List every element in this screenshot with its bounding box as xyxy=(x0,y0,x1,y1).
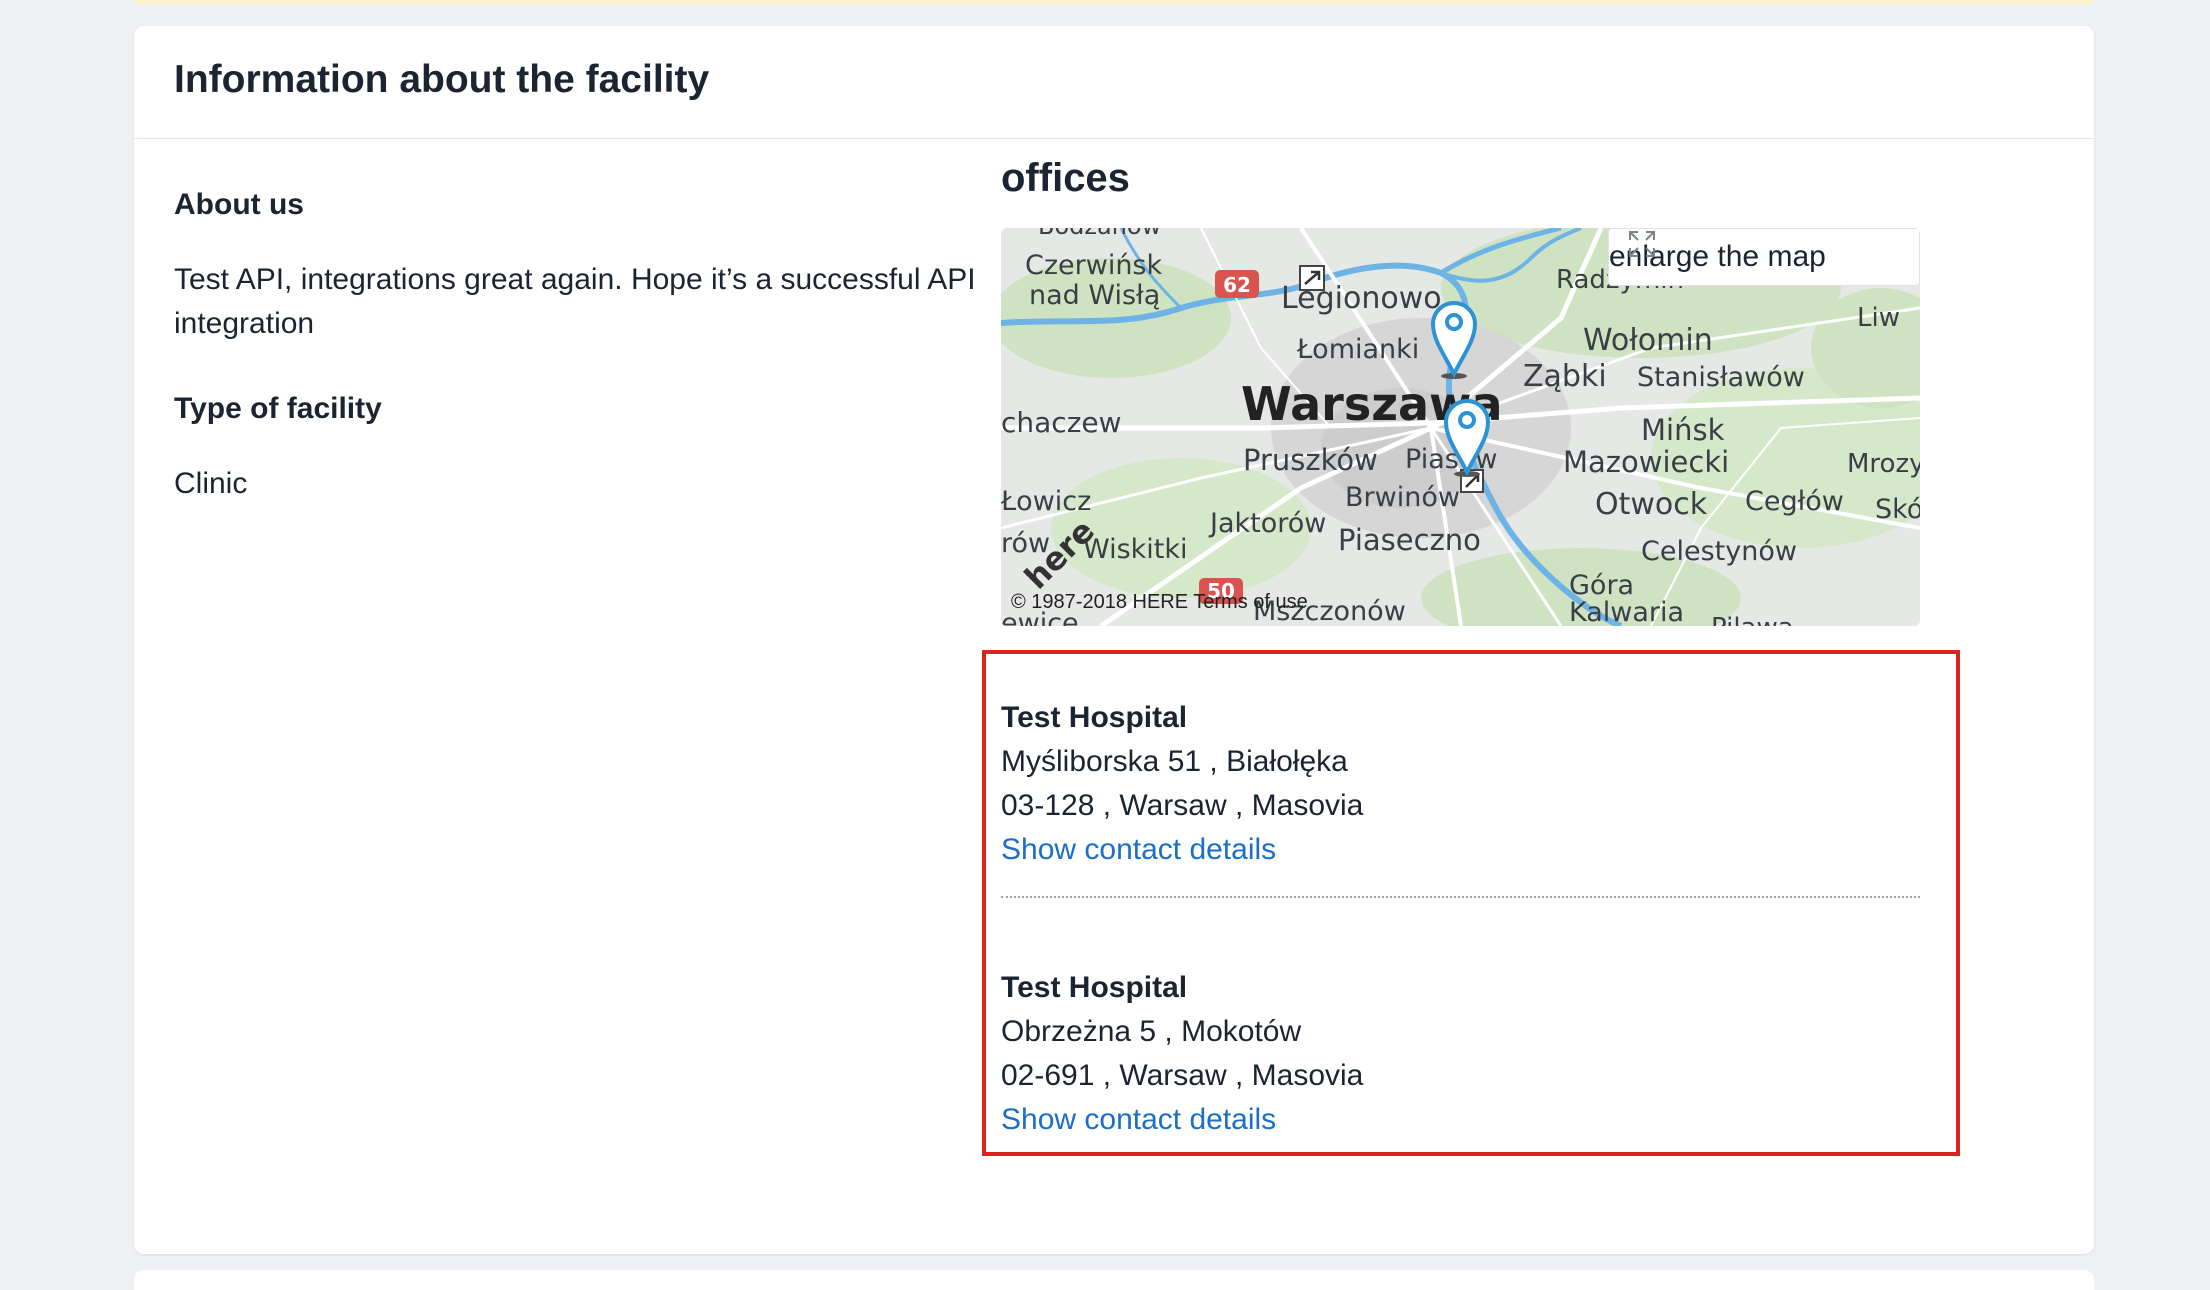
next-card-edge xyxy=(134,1270,2094,1290)
facility-type-label: Type of facility xyxy=(174,392,382,425)
airport-icon xyxy=(1299,265,1325,291)
office-street: Myśliborska 51 , Białołęka xyxy=(1001,745,1348,778)
office-divider xyxy=(1001,896,1920,898)
map-label-jaktorow: Jaktorów xyxy=(1208,508,1326,539)
facility-type-value: Clinic xyxy=(174,467,248,500)
map-label-czerwinsk: Czerwińsk xyxy=(1025,250,1163,281)
map-label-pruszkow: Pruszków xyxy=(1243,443,1378,477)
show-contact-details-link[interactable]: Show contact details xyxy=(1001,828,1276,872)
office-item: Test Hospital Obrzeżna 5 , Mokotów 02-69… xyxy=(1001,966,1920,1142)
offices-map[interactable]: Bodzanów Czerwińsk nad Wisłą Legionowo R… xyxy=(1001,228,1920,626)
map-label-pilawa: Pilawa xyxy=(1711,613,1794,626)
map-label-mrozy: Mrozy xyxy=(1847,449,1920,479)
map-label-liw: Liw xyxy=(1857,303,1900,333)
office-name: Test Hospital xyxy=(1001,701,1188,734)
map-copyright[interactable]: © 1987-2018 HERE Terms of use xyxy=(1011,591,1308,614)
enlarge-map-button[interactable]: enlarge the map xyxy=(1608,228,1920,286)
map-canvas[interactable]: Bodzanów Czerwińsk nad Wisłą Legionowo R… xyxy=(1001,228,1920,626)
office-item: Test Hospital Myśliborska 51 , Białołęka… xyxy=(1001,696,1920,872)
map-label-lomianki: Łomianki xyxy=(1296,334,1419,365)
map-label-bodzanow: Bodzanów xyxy=(1038,228,1161,240)
offices-title: offices xyxy=(1001,156,1130,200)
expand-icon xyxy=(1629,231,1655,257)
map-label-otwock: Otwock xyxy=(1595,487,1708,522)
previous-card-edge xyxy=(134,0,2094,4)
office-name: Test Hospital xyxy=(1001,971,1188,1004)
map-label-stanislawow: Stanisławów xyxy=(1637,362,1805,393)
road-sign-62-label: 62 xyxy=(1223,273,1251,297)
show-contact-details-link[interactable]: Show contact details xyxy=(1001,1098,1276,1142)
office-city: 02-691 , Warsaw , Masovia xyxy=(1001,1059,1364,1092)
map-label-piaseczno: Piaseczno xyxy=(1338,523,1481,557)
map-label-zabki: Ząbki xyxy=(1523,359,1607,394)
map-label-minsk: Mińsk xyxy=(1641,413,1725,447)
about-us-text: Test API, integrations great again. Hope… xyxy=(174,263,976,340)
map-label-mazowiecki: Mazowiecki xyxy=(1563,445,1729,479)
road-sign-62-icon: 62 xyxy=(1215,270,1259,298)
card-header: Information about the facility xyxy=(134,26,2094,139)
card-title: Information about the facility xyxy=(174,58,710,101)
map-label-kalwaria: Kalwaria xyxy=(1569,597,1684,626)
office-street: Obrzeżna 5 , Mokotów xyxy=(1001,1015,1302,1048)
office-city: 03-128 , Warsaw , Masovia xyxy=(1001,789,1364,822)
map-label-celestynow: Celestynów xyxy=(1641,536,1797,567)
map-label-sko: Skó xyxy=(1875,494,1920,525)
map-label-lowicz: Łowicz xyxy=(1001,486,1091,517)
about-us-label: About us xyxy=(174,188,304,221)
map-label-sochaczew: chaczew xyxy=(1001,406,1122,439)
map-label-ceglow: Cegłów xyxy=(1745,486,1844,517)
map-label-brwinow: Brwinów xyxy=(1345,482,1460,513)
map-label-wolomin: Wołomin xyxy=(1583,323,1713,358)
map-label-nad-wisla: nad Wisłą xyxy=(1029,280,1160,311)
